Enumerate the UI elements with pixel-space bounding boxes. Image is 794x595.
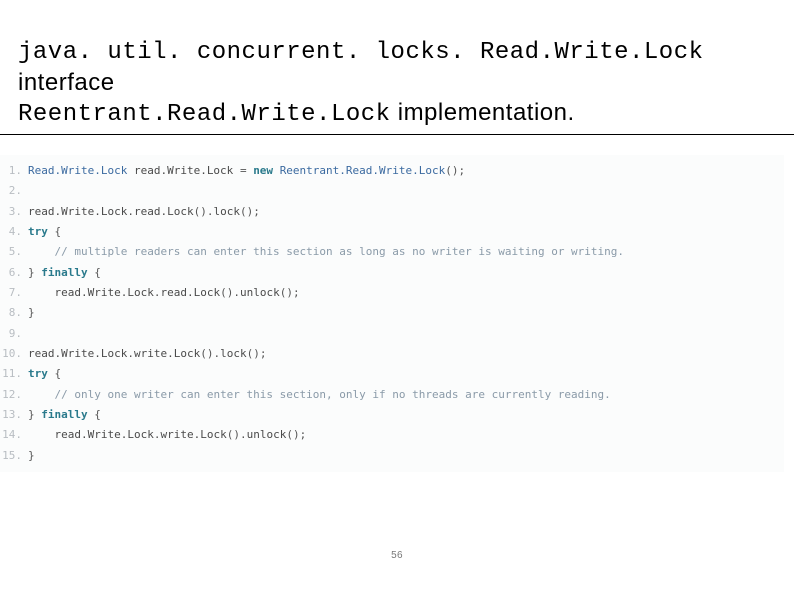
code-content: Read.Write.Lock read.Write.Lock = new Re…	[28, 161, 784, 181]
code-line: 10.read.Write.Lock.write.Lock().lock();	[0, 344, 784, 364]
line-number: 10.	[0, 344, 28, 364]
code-content: try {	[28, 364, 784, 384]
code-line: 2.	[0, 181, 784, 201]
line-number: 15.	[0, 446, 28, 466]
line-number: 8.	[0, 303, 28, 323]
title-tail-2: implementation.	[391, 99, 575, 126]
code-block: 1.Read.Write.Lock read.Write.Lock = new …	[0, 155, 784, 472]
code-line: 7. read.Write.Lock.read.Lock().unlock();	[0, 283, 784, 303]
line-number: 7.	[0, 283, 28, 303]
line-number: 3.	[0, 202, 28, 222]
code-line: 11.try {	[0, 364, 784, 384]
code-line: 6.} finally {	[0, 263, 784, 283]
line-number: 4.	[0, 222, 28, 242]
line-number: 6.	[0, 263, 28, 283]
line-number: 11.	[0, 364, 28, 384]
code-line: 5. // multiple readers can enter this se…	[0, 242, 784, 262]
slide-title-line-1: java. util. concurrent. locks. Read.Writ…	[18, 36, 776, 98]
title-tail-1: interface	[18, 69, 115, 96]
title-mono-1: java. util. concurrent. locks. Read.Writ…	[18, 39, 704, 66]
code-line: 13.} finally {	[0, 405, 784, 425]
code-content: // only one writer can enter this sectio…	[28, 385, 784, 405]
code-line: 4.try {	[0, 222, 784, 242]
code-content: // multiple readers can enter this secti…	[28, 242, 784, 262]
code-content: read.Write.Lock.write.Lock().unlock();	[28, 425, 784, 445]
line-number: 13.	[0, 405, 28, 425]
title-mono-2: Reentrant.Read.Write.Lock	[18, 101, 391, 128]
code-line: 15.}	[0, 446, 784, 466]
line-number: 1.	[0, 161, 28, 181]
code-line: 9.	[0, 324, 784, 344]
code-content: } finally {	[28, 405, 784, 425]
line-number: 2.	[0, 181, 28, 201]
line-number: 14.	[0, 425, 28, 445]
code-line: 1.Read.Write.Lock read.Write.Lock = new …	[0, 161, 784, 181]
code-line: 3.read.Write.Lock.read.Lock().lock();	[0, 202, 784, 222]
page-number: 56	[0, 550, 794, 561]
code-content: }	[28, 446, 784, 466]
slide-title-line-2: Reentrant.Read.Write.Lock implementation…	[18, 98, 776, 130]
code-content: }	[28, 303, 784, 323]
code-content: read.Write.Lock.read.Lock().lock();	[28, 202, 784, 222]
code-content: read.Write.Lock.write.Lock().lock();	[28, 344, 784, 364]
code-line: 12. // only one writer can enter this se…	[0, 385, 784, 405]
line-number: 5.	[0, 242, 28, 262]
code-line: 8.}	[0, 303, 784, 323]
code-content: try {	[28, 222, 784, 242]
slide-header: java. util. concurrent. locks. Read.Writ…	[0, 0, 794, 135]
code-content: read.Write.Lock.read.Lock().unlock();	[28, 283, 784, 303]
line-number: 12.	[0, 385, 28, 405]
line-number: 9.	[0, 324, 28, 344]
code-line: 14. read.Write.Lock.write.Lock().unlock(…	[0, 425, 784, 445]
code-content: } finally {	[28, 263, 784, 283]
